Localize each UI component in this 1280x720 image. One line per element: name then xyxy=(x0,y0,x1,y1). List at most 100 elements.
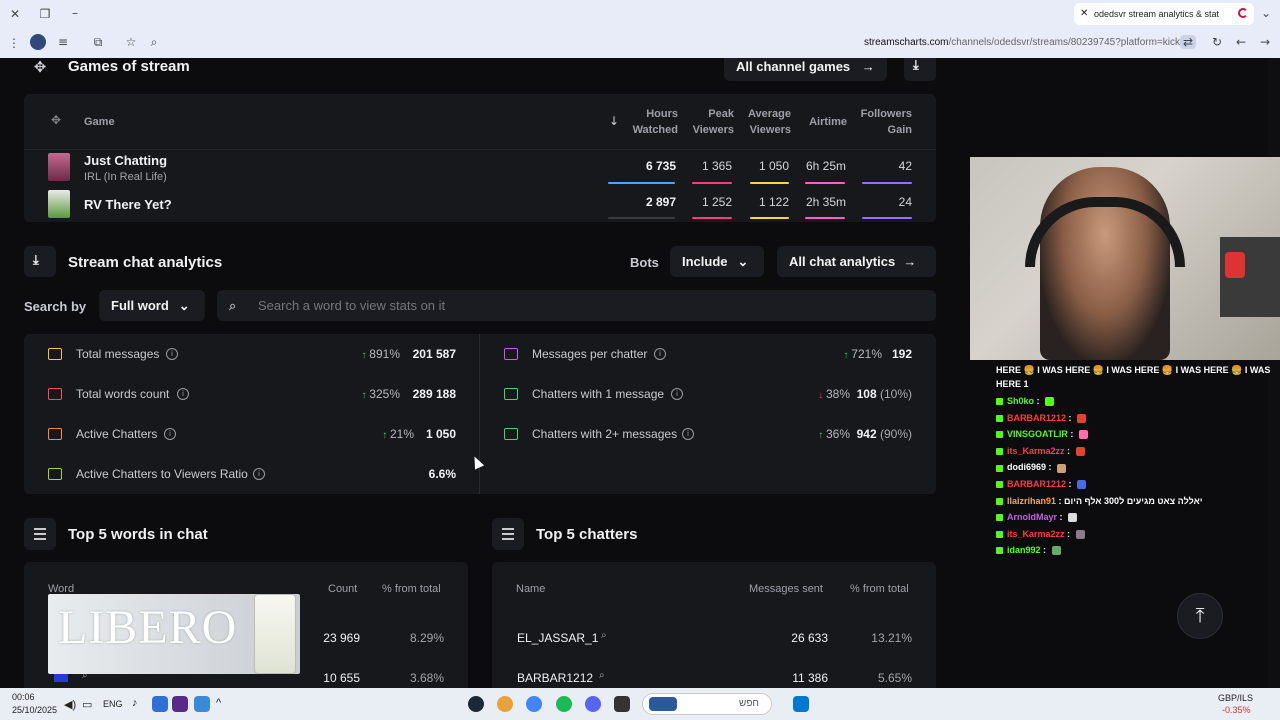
header-airtime[interactable]: Airtime xyxy=(795,114,847,130)
search-icon[interactable]: ⌕ xyxy=(601,630,607,641)
chat-username[interactable]: its_Karma2zz xyxy=(1007,446,1065,456)
back-icon[interactable]: ← xyxy=(1233,35,1249,49)
profile-icon[interactable] xyxy=(30,34,46,50)
taskbar-search[interactable]: חפש xyxy=(642,693,772,715)
emote-icon xyxy=(1078,430,1088,440)
windows-start-icon[interactable] xyxy=(793,696,809,712)
airtime-value: 2h 35m xyxy=(805,195,846,209)
chat-username[interactable]: BARBAR1212 xyxy=(1007,413,1066,423)
ticker-symbol[interactable]: GBP/ILS xyxy=(1218,693,1253,703)
all-chat-analytics-button[interactable]: All chat analytics → xyxy=(777,246,936,277)
header-average-viewers[interactable]: Average Viewers xyxy=(736,106,791,138)
info-icon[interactable]: i xyxy=(671,388,683,400)
header-peak-viewers[interactable]: Peak Viewers xyxy=(680,106,734,138)
bookmark-star-icon[interactable]: ☆ xyxy=(123,35,139,49)
stat-value: 1 050 xyxy=(425,427,456,441)
reading-list-icon[interactable]: ≡ xyxy=(55,35,71,49)
search-mode-dropdown[interactable]: Full word ⌄ xyxy=(99,290,205,321)
kick-badge-icon xyxy=(996,464,1003,472)
info-icon[interactable]: i xyxy=(682,428,694,440)
microphone-icon[interactable]: ♪ xyxy=(132,697,138,709)
chrome-icon[interactable] xyxy=(526,696,542,712)
download-games-button[interactable]: ⤓ xyxy=(904,58,936,81)
word-pct: 3.68% xyxy=(409,671,444,685)
header-count: Count xyxy=(328,583,358,595)
chat-username[interactable]: BARBAR1212 xyxy=(1007,479,1066,489)
chat-username[interactable]: dodi6969 xyxy=(1007,462,1046,472)
word-search-input[interactable]: ⌕ Search a word to view stats on it xyxy=(217,290,936,321)
download-icon: ⤓ xyxy=(33,252,39,267)
chat-username[interactable]: ArnoldMayr xyxy=(1007,512,1057,522)
tray-app-icon[interactable] xyxy=(172,696,188,712)
ad-banner[interactable]: LIBERO xyxy=(48,594,300,674)
site-settings-icon[interactable]: ⇄ xyxy=(1180,35,1196,49)
kick-badge-icon xyxy=(996,447,1003,455)
tray-app-icon[interactable] xyxy=(194,696,210,712)
terminal-icon[interactable] xyxy=(614,696,630,712)
header-hours-watched[interactable]: Hours Watched xyxy=(620,106,678,138)
network-icon[interactable]: ▭ xyxy=(82,698,92,711)
bots-dropdown[interactable]: Include ⌄ xyxy=(670,246,764,277)
chat-username[interactable]: llaizrihan91 xyxy=(1007,496,1056,506)
chatter-pct: 5.65% xyxy=(877,671,912,685)
chatter-name[interactable]: EL_JASSAR_1 xyxy=(517,631,598,645)
header-name: Name xyxy=(516,583,546,595)
rv-there-yet-thumbnail[interactable] xyxy=(48,190,70,218)
followers-bar xyxy=(862,182,912,184)
menu-icon[interactable]: ⋮ xyxy=(6,36,22,50)
active-tab[interactable]: ✕ odedsvr stream analytics & stat xyxy=(1074,3,1254,25)
chat-header-message: HERE 🍔 I WAS HERE 🍔 I WAS HERE 🍔 I WAS H… xyxy=(996,365,1271,389)
clock-time[interactable]: 00:06 xyxy=(12,692,35,702)
info-icon[interactable]: i xyxy=(654,348,666,360)
chat-username[interactable]: idan992 xyxy=(1007,545,1041,555)
restore-window-icon[interactable]: ❐ xyxy=(37,7,53,21)
chat-line: idan992 : xyxy=(996,542,1276,559)
volume-icon[interactable]: ◀) xyxy=(64,698,76,711)
all-channel-games-button[interactable]: All channel games → xyxy=(724,58,887,81)
discord-icon[interactable] xyxy=(585,696,601,712)
chat-username[interactable]: Sh0ko xyxy=(1007,396,1034,406)
header-followers-gain[interactable]: Followers Gain xyxy=(852,106,912,138)
info-icon[interactable]: i xyxy=(164,428,176,440)
just-chatting-thumbnail[interactable] xyxy=(48,153,70,181)
chat-username[interactable]: VINSGOATLIR xyxy=(1007,429,1068,439)
game-name[interactable]: RV There Yet? xyxy=(84,197,172,212)
info-icon[interactable]: i xyxy=(253,468,265,480)
airtime-bar xyxy=(805,217,845,219)
steam-icon[interactable] xyxy=(468,696,484,712)
header-avg-1: Average xyxy=(747,108,791,120)
close-window-icon[interactable]: ✕ xyxy=(7,7,23,21)
emote-icon xyxy=(1077,480,1087,490)
info-icon[interactable]: i xyxy=(166,348,178,360)
minimize-window-icon[interactable]: – xyxy=(67,6,83,20)
url-path: /channels/odedsvr/streams/80239745?platf… xyxy=(948,37,1180,48)
loading-spinner-icon xyxy=(1238,8,1248,18)
search-mode-value: Full word xyxy=(111,298,169,313)
search-lens-icon[interactable]: ⌕ xyxy=(146,35,162,50)
emote-icon xyxy=(1051,546,1061,556)
game-name[interactable]: Just Chatting xyxy=(84,153,167,168)
extensions-icon[interactable]: ⧉ xyxy=(90,35,106,50)
language-indicator[interactable]: ENG xyxy=(103,699,123,709)
spotify-icon[interactable] xyxy=(556,696,572,712)
search-icon[interactable]: ⌕ xyxy=(599,670,605,681)
forward-icon[interactable]: → xyxy=(1257,35,1273,49)
tab-menu-icon[interactable]: ⌄ xyxy=(1258,6,1274,20)
hours-bar xyxy=(608,217,675,219)
word-pct: 8.29% xyxy=(409,631,444,645)
info-icon[interactable]: i xyxy=(177,388,189,400)
chat-username[interactable]: its_Karma2zz xyxy=(1007,529,1065,539)
chat-line: BARBAR1212 : xyxy=(996,476,1276,493)
app-icon[interactable] xyxy=(497,696,513,712)
header-pct: % from total xyxy=(850,583,909,595)
chevron-up-icon[interactable]: ^ xyxy=(216,697,221,709)
tab-close-icon[interactable]: ✕ xyxy=(1080,8,1088,19)
reload-icon[interactable]: ↻ xyxy=(1209,35,1225,49)
clock-date[interactable]: 25/10/2025 xyxy=(12,705,57,715)
words-icon xyxy=(48,388,62,400)
download-chat-button[interactable]: ⤓ xyxy=(24,246,56,277)
kick-badge-icon xyxy=(996,431,1003,439)
tray-app-icon[interactable] xyxy=(152,696,168,712)
url-field[interactable]: streamscharts.com/channels/odedsvr/strea… xyxy=(864,37,1180,48)
chatter-name[interactable]: BARBAR1212 xyxy=(517,671,593,685)
